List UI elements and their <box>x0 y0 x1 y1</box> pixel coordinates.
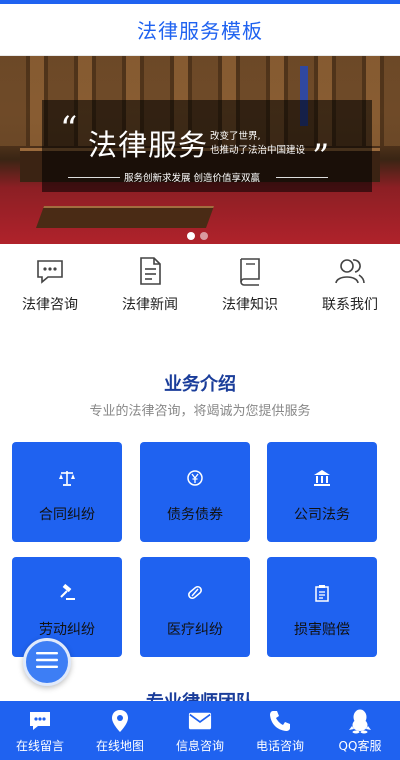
tab-label: 在线地图 <box>95 739 144 753</box>
banner-side-line-2: 也推动了法治中国建设 <box>210 145 306 156</box>
slogan-rule-right <box>276 177 328 178</box>
services-title: 业务介绍 <box>164 374 236 395</box>
quicknav-label: 联系我们 <box>322 297 378 313</box>
service-card-contract[interactable]: 合同纠纷 <box>12 442 122 542</box>
carousel-dot-2[interactable] <box>200 232 208 240</box>
document-icon <box>133 254 167 288</box>
service-label: 医疗纠纷 <box>167 622 223 638</box>
quick-nav: 法律咨询 法律新闻 法律知识 联系我们 <box>0 244 400 326</box>
page-title: 法律服务模板 <box>137 19 263 43</box>
clipboard-icon <box>312 583 332 603</box>
service-label: 劳动纠纷 <box>39 622 95 638</box>
message-icon <box>28 709 52 733</box>
tab-label: 电话咨询 <box>255 739 304 753</box>
service-label: 债务债券 <box>167 507 223 523</box>
carousel-dot-1[interactable] <box>187 232 195 240</box>
quicknav-label: 法律知识 <box>222 297 278 313</box>
service-card-labor[interactable]: 劳动纠纷 <box>12 557 122 657</box>
service-label: 公司法务 <box>294 507 350 523</box>
service-card-debt[interactable]: 债务债券 <box>140 442 250 542</box>
tab-online-message[interactable]: 在线留言 <box>0 701 80 760</box>
tab-label: 在线留言 <box>15 739 64 753</box>
pill-icon <box>185 583 205 603</box>
carousel-dots <box>187 232 208 240</box>
quicknav-label: 法律咨询 <box>22 297 78 313</box>
map-pin-icon <box>108 709 132 733</box>
tab-info-consult[interactable]: 信息咨询 <box>160 701 240 760</box>
hero-banner[interactable]: “ 法律服务 改变了世界, 也推动了法治中国建设 ” 服务创新求发展 创造价值享… <box>0 56 400 244</box>
building-icon <box>312 468 332 488</box>
service-label: 合同纠纷 <box>39 507 95 523</box>
services-subtitle: 专业的法律咨询，将竭诚为您提供服务 <box>89 404 311 419</box>
service-card-damages[interactable]: 损害赔偿 <box>267 557 377 657</box>
qq-penguin-icon <box>348 709 372 734</box>
scales-icon <box>57 468 77 488</box>
chat-bubble-icon <box>33 254 67 288</box>
gavel-icon <box>57 583 77 603</box>
tab-phone-consult[interactable]: 电话咨询 <box>240 701 320 760</box>
service-card-medical[interactable]: 医疗纠纷 <box>140 557 250 657</box>
envelope-icon <box>188 709 212 733</box>
book-icon <box>233 254 267 288</box>
service-card-corporate[interactable]: 公司法务 <box>267 442 377 542</box>
quicknav-item-news[interactable]: 法律新闻 <box>100 244 200 326</box>
top-header: 法律服务模板 <box>0 0 400 56</box>
service-label: 损害赔偿 <box>294 622 350 638</box>
banner-slogan: 服务创新求发展 创造价值享双赢 <box>124 173 261 184</box>
quicknav-label: 法律新闻 <box>122 297 178 313</box>
banner-side-line-1: 改变了世界, <box>210 131 261 142</box>
bottom-tabbar: 在线留言 在线地图 信息咨询 电话咨询 QQ客服 <box>0 701 400 760</box>
quote-close-icon: ” <box>312 137 330 177</box>
tab-label: QQ客服 <box>338 739 382 753</box>
menu-fab-button[interactable] <box>23 638 71 686</box>
quicknav-item-consult[interactable]: 法律咨询 <box>0 244 100 326</box>
banner-headline: 法律服务 <box>88 128 209 162</box>
tab-label: 信息咨询 <box>175 739 224 753</box>
quote-open-icon: “ <box>60 109 78 149</box>
currency-icon <box>185 468 205 488</box>
tab-qq-service[interactable]: QQ客服 <box>320 701 400 760</box>
tab-online-map[interactable]: 在线地图 <box>80 701 160 760</box>
slogan-rule-left <box>68 177 120 178</box>
hamburger-icon <box>36 651 58 673</box>
quicknav-item-contact[interactable]: 联系我们 <box>300 244 400 326</box>
quicknav-item-knowledge[interactable]: 法律知识 <box>200 244 300 326</box>
court-table <box>35 206 215 228</box>
phone-icon <box>268 709 292 733</box>
users-icon <box>333 254 367 288</box>
